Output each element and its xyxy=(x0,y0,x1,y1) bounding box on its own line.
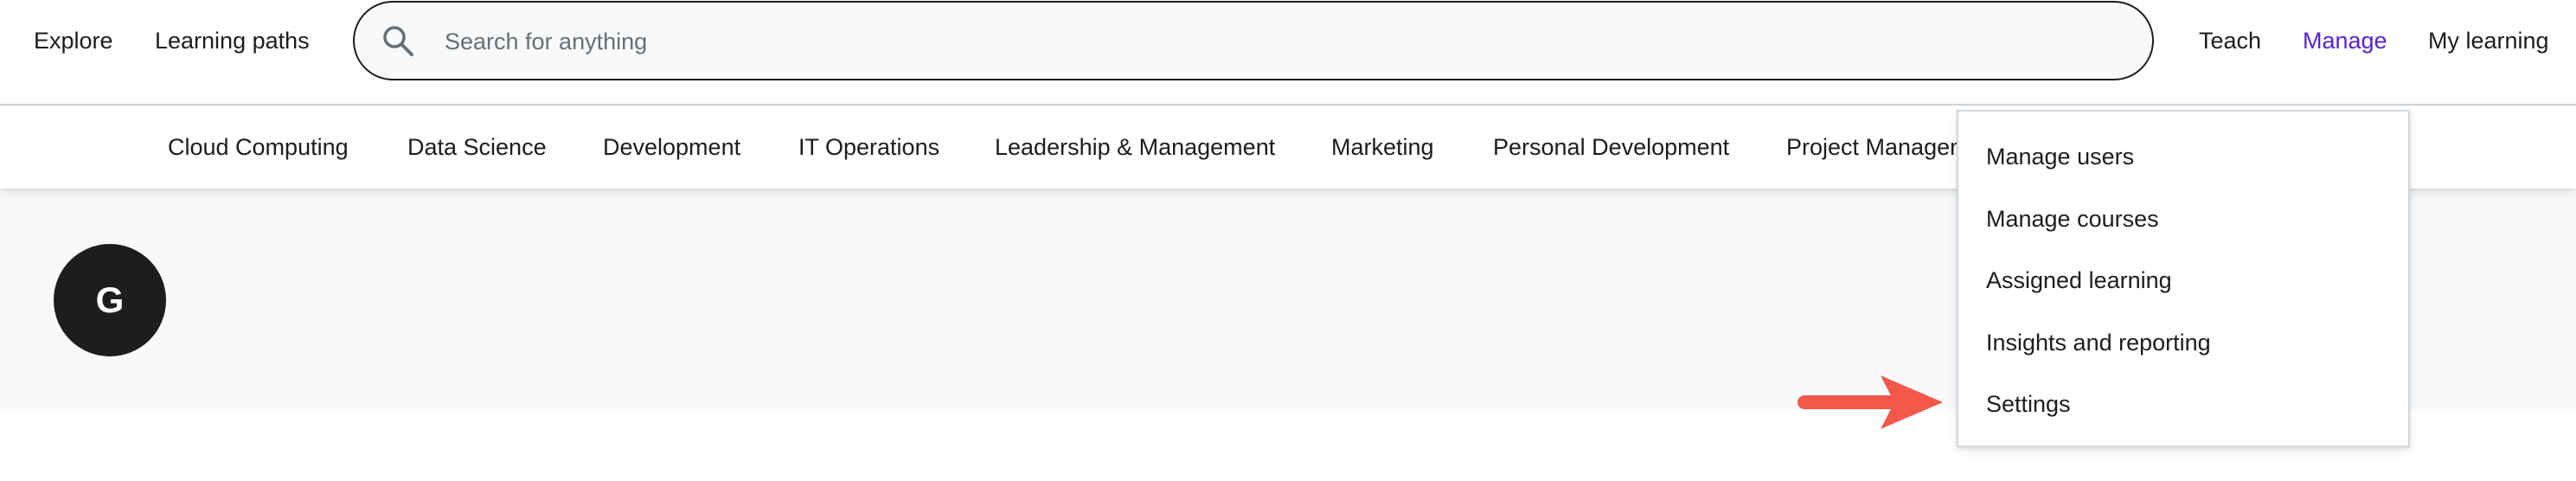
manage-dropdown-menu: Manage users Manage courses Assigned lea… xyxy=(1957,110,2410,447)
explore-link[interactable]: Explore xyxy=(34,23,113,58)
menu-item-manage-users[interactable]: Manage users xyxy=(1986,138,2134,176)
teach-link[interactable]: Teach xyxy=(2199,23,2261,58)
category-development[interactable]: Development xyxy=(603,130,740,164)
my-learning-link[interactable]: My learning xyxy=(2428,23,2549,58)
search-icon[interactable] xyxy=(381,23,415,58)
search-input[interactable] xyxy=(445,20,2088,63)
menu-item-settings[interactable]: Settings xyxy=(1986,385,2071,423)
red-arrow-icon xyxy=(1797,375,1943,429)
menu-item-manage-courses[interactable]: Manage courses xyxy=(1986,200,2159,238)
category-data-science[interactable]: Data Science xyxy=(407,130,547,164)
learning-paths-link[interactable]: Learning paths xyxy=(155,23,310,58)
category-marketing[interactable]: Marketing xyxy=(1331,130,1434,164)
search-bar[interactable] xyxy=(353,1,2154,80)
category-it-operations[interactable]: IT Operations xyxy=(798,130,939,164)
menu-item-insights-and-reporting[interactable]: Insights and reporting xyxy=(1986,324,2211,362)
category-leadership-management[interactable]: Leadership & Management xyxy=(995,130,1275,164)
manage-link[interactable]: Manage xyxy=(2303,23,2387,58)
avatar[interactable]: G xyxy=(54,244,166,356)
menu-item-assigned-learning[interactable]: Assigned learning xyxy=(1986,261,2172,299)
category-personal-development[interactable]: Personal Development xyxy=(1493,130,1729,164)
category-cloud-computing[interactable]: Cloud Computing xyxy=(168,130,349,164)
top-navigation-bar: Explore Learning paths Teach Manage My l… xyxy=(0,0,2576,106)
